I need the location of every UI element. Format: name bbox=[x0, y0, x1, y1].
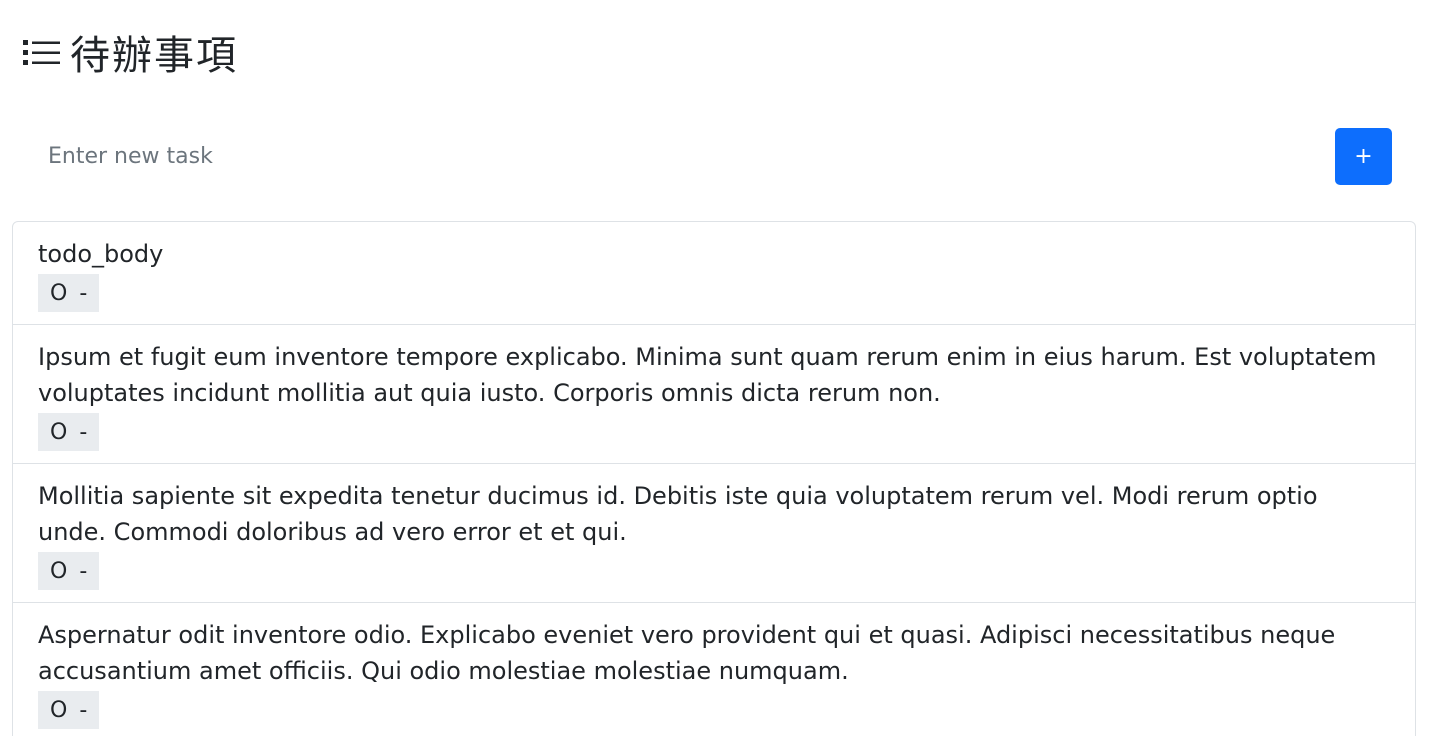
todo-item: todo_body O - bbox=[13, 222, 1415, 325]
todo-body: todo_body bbox=[38, 240, 164, 268]
todo-body: Mollitia sapiente sit expedita tenetur d… bbox=[38, 482, 1318, 546]
todo-actions: O - bbox=[38, 413, 100, 451]
todo-body: Aspernatur odit inventore odio. Explicab… bbox=[38, 621, 1336, 685]
todo-actions: O - bbox=[38, 552, 100, 590]
new-task-input[interactable] bbox=[36, 128, 1306, 185]
complete-button[interactable]: O bbox=[44, 274, 73, 312]
delete-button[interactable]: - bbox=[73, 413, 93, 451]
todo-item: Mollitia sapiente sit expedita tenetur d… bbox=[13, 464, 1415, 603]
todo-list: todo_body O - Ipsum et fugit eum invento… bbox=[12, 221, 1416, 736]
todo-actions: O - bbox=[38, 691, 100, 729]
todo-item: Aspernatur odit inventore odio. Explicab… bbox=[13, 603, 1415, 736]
add-task-button[interactable]: + bbox=[1335, 128, 1392, 185]
delete-button[interactable]: - bbox=[73, 552, 93, 590]
delete-button[interactable]: - bbox=[73, 691, 93, 729]
new-task-form: + bbox=[36, 128, 1392, 185]
todo-app: 待辦事項 + todo_body O - Ipsum et fugit eum … bbox=[0, 0, 1429, 736]
list-icon bbox=[23, 40, 60, 65]
todo-item: Ipsum et fugit eum inventore tempore exp… bbox=[13, 325, 1415, 464]
complete-button[interactable]: O bbox=[44, 413, 73, 451]
complete-button[interactable]: O bbox=[44, 691, 73, 729]
page-header: 待辦事項 bbox=[20, 22, 238, 82]
page-title: 待辦事項 bbox=[70, 33, 238, 79]
delete-button[interactable]: - bbox=[73, 274, 93, 312]
todo-body: Ipsum et fugit eum inventore tempore exp… bbox=[38, 343, 1377, 407]
complete-button[interactable]: O bbox=[44, 552, 73, 590]
todo-actions: O - bbox=[38, 274, 100, 312]
